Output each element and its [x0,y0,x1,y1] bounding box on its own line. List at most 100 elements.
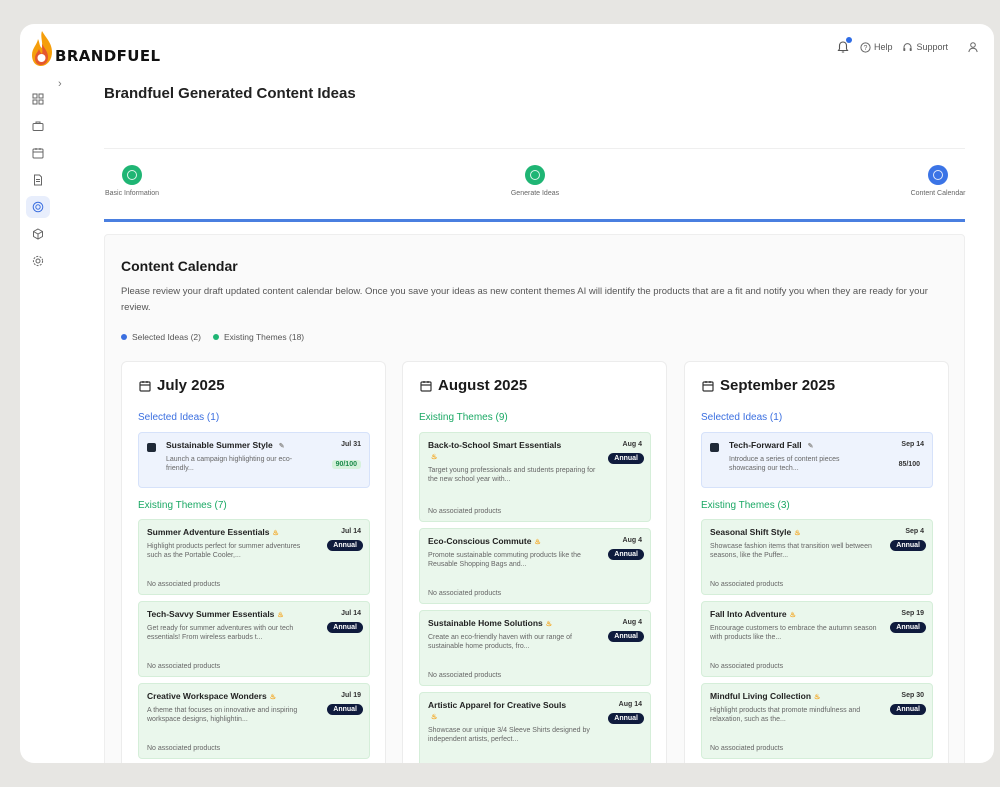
annual-badge: Annual [890,540,926,551]
month-header: September 2025 [702,377,835,394]
card-title: Creative Workspace Wonders ♨ [147,691,276,701]
theme-card[interactable]: Summer Adventure Essentials ♨ Highlight p… [138,519,370,595]
legend-dot [121,334,127,340]
card-footer: No associated products [147,663,221,670]
sidebar-item-dashboard[interactable] [26,88,50,110]
step-generate-ideas[interactable]: Generate Ideas [505,165,565,198]
theme-card[interactable]: Back-to-School Smart Essentials♨ Target … [419,432,651,522]
flame-icon: ♨ [814,694,821,701]
calendar-icon [32,148,44,159]
score-badge: 85/100 [898,461,920,468]
card-date: Aug 4 [622,441,642,448]
existing-themes-header: Existing Themes (3) [701,500,790,511]
step-basic-information[interactable]: Basic Information [102,165,162,198]
page-title: Brandfuel Generated Content Ideas [104,85,356,102]
existing-themes-header: Existing Themes (9) [419,412,508,423]
grid-icon [32,93,44,105]
card-title: Mindful Living Collection ♨ [710,691,821,701]
card-description: Create an eco-friendly haven with our ra… [428,634,572,650]
card-date: Aug 14 [618,701,642,708]
calendar-description: Please review your draft updated content… [121,286,928,313]
annual-badge: Annual [327,540,363,551]
flame-icon: ♨ [534,539,541,546]
sidebar-item-products[interactable] [26,223,50,245]
legend-label: Selected Ideas (2) [132,332,201,342]
content-calendar-panel: Content Calendar Please review your draf… [104,234,965,763]
card-footer: No associated products [710,663,784,670]
flame-icon: ♨ [789,612,796,619]
flame-logo-icon [32,31,52,66]
cube-icon [33,228,43,240]
card-description: Promote sustainable commuting products l… [428,552,581,568]
theme-card[interactable]: Sustainable Home Solutions ♨ Create an ec… [419,610,651,686]
brand-logo[interactable]: BRANDFUEL [30,28,160,68]
card-description: Encourage customers to embrace the autum… [710,625,877,641]
step-label: Content Calendar [910,190,966,197]
card-date: Aug 4 [622,619,642,626]
annual-badge: Annual [608,713,644,724]
brand-name: BRANDFUEL [55,47,161,65]
theme-card[interactable]: Seasonal Shift Style ♨ Showcase fashion i… [701,519,933,595]
sidebar-expand-chevron-icon[interactable]: › [58,78,62,90]
edit-pencil-icon[interactable]: ✎ [808,441,814,452]
card-title: Artistic Apparel for Creative Souls♨ [428,700,567,721]
sidebar-item-campaigns[interactable] [26,115,50,137]
card-footer: No associated products [428,590,502,597]
card-title: Sustainable Home Solutions ♨ [428,618,553,628]
selected-idea-card[interactable]: Tech-Forward Fall ✎ Introduce a series of… [701,432,933,488]
svg-text:?: ? [864,45,868,52]
target-icon [32,201,44,213]
user-avatar[interactable] [964,38,982,56]
legend-label: Existing Themes (18) [223,332,305,342]
sidebar-item-calendar[interactable] [26,142,50,164]
theme-card[interactable]: Mindful Living Collection ♨ Highlight pro… [701,683,933,759]
calendar-icon [702,380,714,392]
sidebar-item-settings[interactable] [26,250,50,272]
help-link[interactable]: ? Help [860,41,893,53]
step-active-icon [928,165,948,185]
edit-pencil-icon[interactable]: ✎ [279,441,285,452]
step-content-calendar[interactable]: Content Calendar [908,165,968,198]
theme-card[interactable]: Eco-Conscious Commute ♨ Promote sustainab… [419,528,651,604]
notifications-button[interactable] [836,37,852,54]
calendar-icon [420,380,432,392]
theme-card[interactable]: Creative Workspace Wonders ♨ A theme that… [138,683,370,759]
top-actions: ? Help Support [836,37,982,56]
card-date: Sep 30 [901,692,924,699]
calendar-legend: Selected Ideas (2) Existing Themes (18) [121,332,304,342]
card-date: Jul 31 [341,441,361,448]
headset-icon [903,42,913,51]
calendar-title: Content Calendar [121,258,238,274]
checkbox-checked[interactable] [147,443,156,452]
theme-card[interactable]: Fall Into Adventure ♨ Encourage customers… [701,601,933,677]
sidebar-item-documents[interactable] [26,169,50,191]
theme-card[interactable]: Artistic Apparel for Creative Souls♨ Sho… [419,692,651,763]
flame-icon: ♨ [277,612,284,619]
legend-dot [212,334,219,340]
app-window: BRANDFUEL ? Help Support › Brandfuel Gen… [20,24,994,763]
card-date: Sep 4 [905,528,924,535]
checkbox-checked[interactable] [710,443,719,452]
help-label: Help [873,42,893,52]
theme-card[interactable]: Tech-Savvy Summer Essentials ♨ Get ready … [138,601,370,677]
month-column-august: August 2025 Existing Themes (9) Back-to-… [402,361,667,763]
step-label: Generate Ideas [510,190,560,197]
card-date: Sep 19 [901,610,924,617]
card-description: Get ready for summer adventures with our… [147,625,294,641]
annual-badge: Annual [608,549,644,560]
month-header: July 2025 [139,377,225,394]
step-complete-icon [122,165,142,185]
briefcase-icon [32,121,44,131]
card-description: Launch a campaign highlighting our eco-f… [166,456,293,472]
card-description: Showcase fashion items that transition w… [710,543,872,559]
support-link[interactable]: Support [902,42,948,53]
help-icon: ? [860,41,871,53]
selected-idea-card[interactable]: Sustainable Summer Style ✎ Launch a campa… [138,432,370,488]
sidebar-item-content-ideas[interactable] [26,196,50,218]
card-footer: No associated products [710,745,784,752]
month-column-september: September 2025 Selected Ideas (1) Tech-F… [684,361,949,763]
card-title: Tech-Savvy Summer Essentials ♨ [147,609,284,619]
month-title: September 2025 [720,377,836,394]
card-description: Introduce a series of content pieces sho… [729,456,840,472]
annual-badge: Annual [327,704,363,715]
